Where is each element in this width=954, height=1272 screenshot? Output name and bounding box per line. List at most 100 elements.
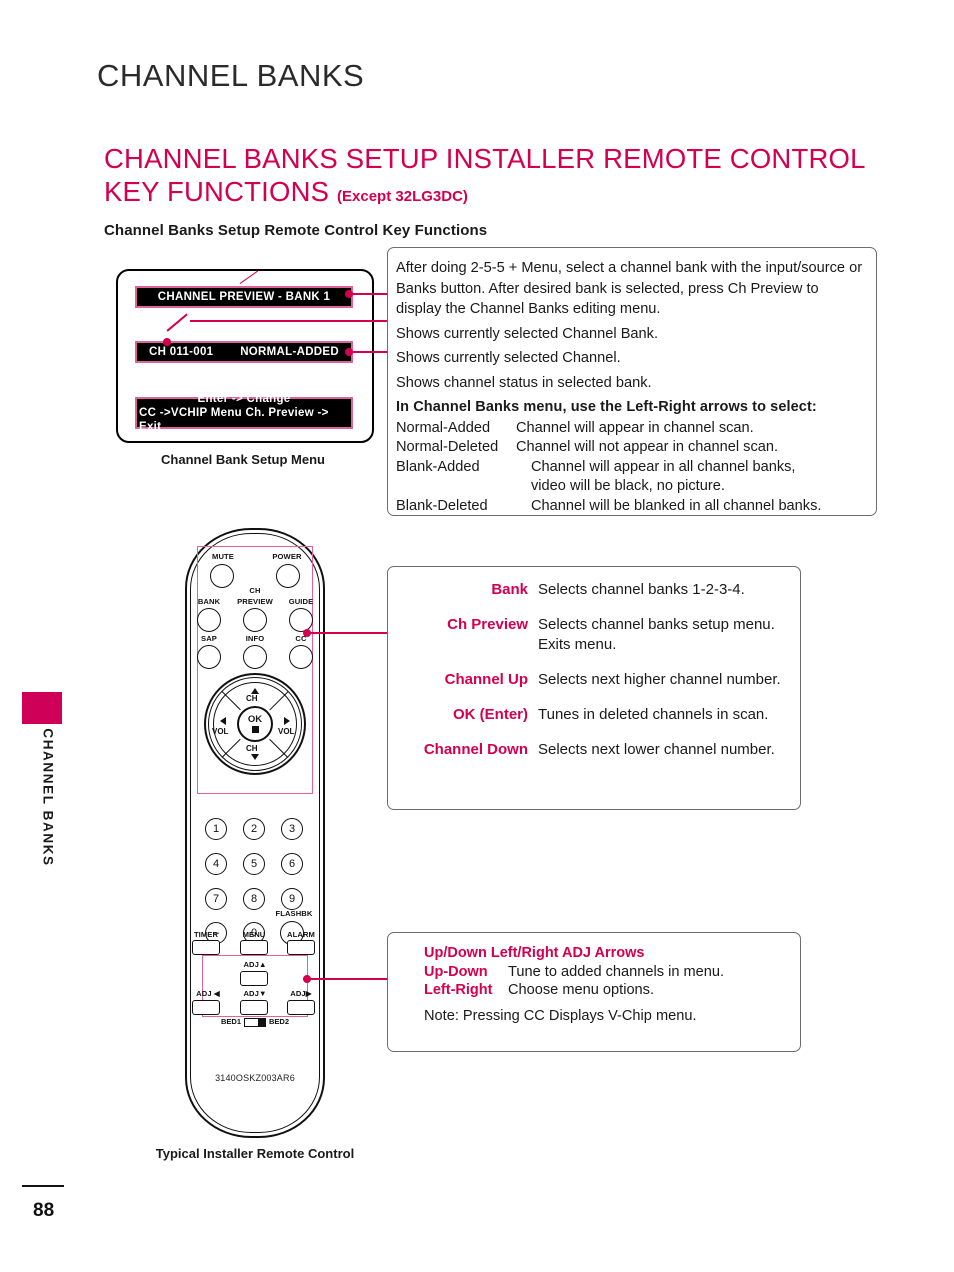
remote-label-menu: MENU xyxy=(242,930,266,939)
remote-key-9[interactable]: 9 xyxy=(281,888,303,910)
remote-key-alarm[interactable] xyxy=(287,940,315,955)
dpad-down-arrow-icon xyxy=(251,754,259,760)
info-line-bank: Shows currently selected Channel Bank. xyxy=(396,325,659,342)
footer-divider xyxy=(22,1185,64,1187)
leader-line-keys xyxy=(307,632,389,634)
dpad-label-ch-down: CH xyxy=(246,744,258,753)
remote-key-2[interactable]: 2 xyxy=(243,818,265,840)
adj-row-key: Left-Right xyxy=(424,982,493,998)
remote-key-6[interactable]: 6 xyxy=(281,853,303,875)
remote-bed-toggle[interactable] xyxy=(244,1017,266,1027)
info-option-value: Channel will appear in channel scan. xyxy=(516,419,754,436)
key-function-name: Channel Down xyxy=(423,741,528,758)
page-number: 88 xyxy=(33,1200,55,1221)
key-function-desc: Selects next lower channel number. xyxy=(538,741,775,758)
info-option-key: Normal-Deleted xyxy=(396,439,499,455)
adj-row: Up-Down Tune to added channels in menu. xyxy=(388,964,800,980)
osd-footer-line1: Enter -> Change xyxy=(197,393,291,405)
menu-diagram-caption: Channel Bank Setup Menu xyxy=(161,452,325,467)
remote-key-adj-left[interactable] xyxy=(192,1000,220,1015)
remote-key-1[interactable]: 1 xyxy=(205,818,227,840)
adj-arrows-callout: Up/Down Left/Right ADJ Arrows Up-Down Tu… xyxy=(387,932,801,1052)
remote-label-alarm: ALARM xyxy=(287,930,315,939)
remote-key-4[interactable]: 4 xyxy=(205,853,227,875)
remote-label-bed1: BED1 xyxy=(220,1017,241,1026)
installer-remote-control: MUTE POWER CH BANK PREVIEW GUIDE SAP INF… xyxy=(185,528,325,1138)
key-function-desc: Tunes in deleted channels in scan. xyxy=(538,706,769,723)
key-function-desc: Selects channel banks 1-2-3-4. xyxy=(538,581,745,598)
info-option-row: Normal-Added Channel will appear in chan… xyxy=(396,419,864,439)
info-option-key: Blank-Deleted xyxy=(396,497,488,514)
remote-key-timer[interactable] xyxy=(192,940,220,955)
section-heading-text: CHANNEL BANKS SETUP INSTALLER REMOTE CON… xyxy=(104,143,865,207)
remote-caption: Typical Installer Remote Control xyxy=(155,1146,355,1161)
key-function-name: Bank xyxy=(491,581,528,598)
osd-footer-bar: Enter -> Change CC ->VCHIP Menu Ch. Prev… xyxy=(135,393,353,433)
leader-line-status xyxy=(349,351,389,353)
info-option-row: Normal-Deleted Channel will not appear i… xyxy=(396,438,864,458)
remote-model-number: 3140OSKZ003AR6 xyxy=(215,1073,295,1083)
leader-line-bank xyxy=(349,293,389,295)
leader-line-channel xyxy=(190,320,390,322)
key-function-row: Channel Down Selects next lower channel … xyxy=(388,740,800,760)
remote-key-mute[interactable] xyxy=(210,564,234,588)
dpad-right-arrow-icon xyxy=(284,717,290,725)
remote-key-menu[interactable] xyxy=(240,940,268,955)
remote-key-ok[interactable]: OK xyxy=(237,706,273,742)
osd-bank-text: CHANNEL PREVIEW - BANK 1 xyxy=(157,291,331,303)
remote-label-sap: SAP xyxy=(201,634,217,643)
info-line-status: Shows channel status in selected bank. xyxy=(396,374,652,391)
adj-row-value: Tune to added channels in menu. xyxy=(508,964,725,980)
remote-key-ch-preview[interactable] xyxy=(243,608,267,632)
remote-key-guide[interactable] xyxy=(289,608,313,632)
section-heading: CHANNEL BANKS SETUP INSTALLER REMOTE CON… xyxy=(104,142,894,213)
info-box: After doing 2-5-5 + Menu, select a chann… xyxy=(387,247,877,516)
dpad-label-vol-left: VOL xyxy=(212,727,229,736)
info-option-key: Blank-Added xyxy=(396,458,480,475)
dpad-left-arrow-icon xyxy=(220,717,226,725)
remote-key-7[interactable]: 7 xyxy=(205,888,227,910)
info-option-value: Channel will be blanked in all channel b… xyxy=(531,497,822,514)
remote-label-bed2: BED2 xyxy=(269,1017,290,1026)
sidebar-section-label: CHANNEL BANKS xyxy=(40,728,56,867)
info-option-row-continuation: Normal-Added video will be black, no pic… xyxy=(396,477,864,497)
adj-row-value: Choose menu options. xyxy=(508,982,655,998)
remote-label-preview: PREVIEW xyxy=(237,597,273,606)
remote-key-sap[interactable] xyxy=(197,645,221,669)
info-option-value: Channel will not appear in channel scan. xyxy=(516,439,779,455)
remote-label-timer: TIMER xyxy=(193,930,219,939)
remote-key-5[interactable]: 5 xyxy=(243,853,265,875)
remote-key-bank[interactable] xyxy=(197,608,221,632)
osd-footer-line2: CC ->VCHIP Menu Ch. Preview -> Exit xyxy=(139,407,329,433)
key-function-row: Bank Selects channel banks 1-2-3-4. xyxy=(388,580,800,600)
sub-heading: Channel Banks Setup Remote Control Key F… xyxy=(104,222,488,239)
key-function-name: Channel Up xyxy=(444,671,528,688)
document-page: CHANNEL BANKS CHANNEL BANKS SETUP INSTAL… xyxy=(0,0,954,1272)
adj-callout-note: Note: Pressing CC Displays V-Chip menu. xyxy=(424,1008,697,1024)
page-title: CHANNEL BANKS xyxy=(97,58,365,93)
osd-channel-status: NORMAL-ADDED xyxy=(240,346,339,358)
remote-key-cc[interactable] xyxy=(289,645,313,669)
info-line-channel: Shows currently selected Channel. xyxy=(396,350,621,366)
info-paragraph: After doing 2-5-5 + Menu, select a chann… xyxy=(396,260,863,317)
remote-key-info[interactable] xyxy=(243,645,267,669)
remote-key-adj-up[interactable] xyxy=(240,971,268,986)
info-option-row: Blank-Deleted Channel will be blanked in… xyxy=(396,497,864,517)
info-option-key: Normal-Added xyxy=(396,419,491,436)
info-option-row: Blank-Added Channel will appear in all c… xyxy=(396,458,864,478)
remote-key-power[interactable] xyxy=(276,564,300,588)
remote-key-adj-right[interactable] xyxy=(287,1000,315,1015)
remote-label-bank: BANK xyxy=(197,597,221,606)
remote-key-adj-down[interactable] xyxy=(240,1000,268,1015)
osd-channel-number: CH 011-001 xyxy=(149,346,214,358)
key-function-name: Ch Preview xyxy=(447,616,528,633)
remote-key-8[interactable]: 8 xyxy=(243,888,265,910)
leader-line-adj xyxy=(307,978,389,980)
remote-label-flashbk: FLASHBK xyxy=(275,909,313,918)
remote-label-ch: CH xyxy=(249,586,261,595)
remote-label-power: POWER xyxy=(272,552,302,561)
stop-square-icon xyxy=(251,726,259,733)
remote-key-3[interactable]: 3 xyxy=(281,818,303,840)
key-function-desc: Selects channel banks setup menu. Exits … xyxy=(538,616,775,653)
key-function-row: Channel Up Selects next higher channel n… xyxy=(388,670,800,690)
